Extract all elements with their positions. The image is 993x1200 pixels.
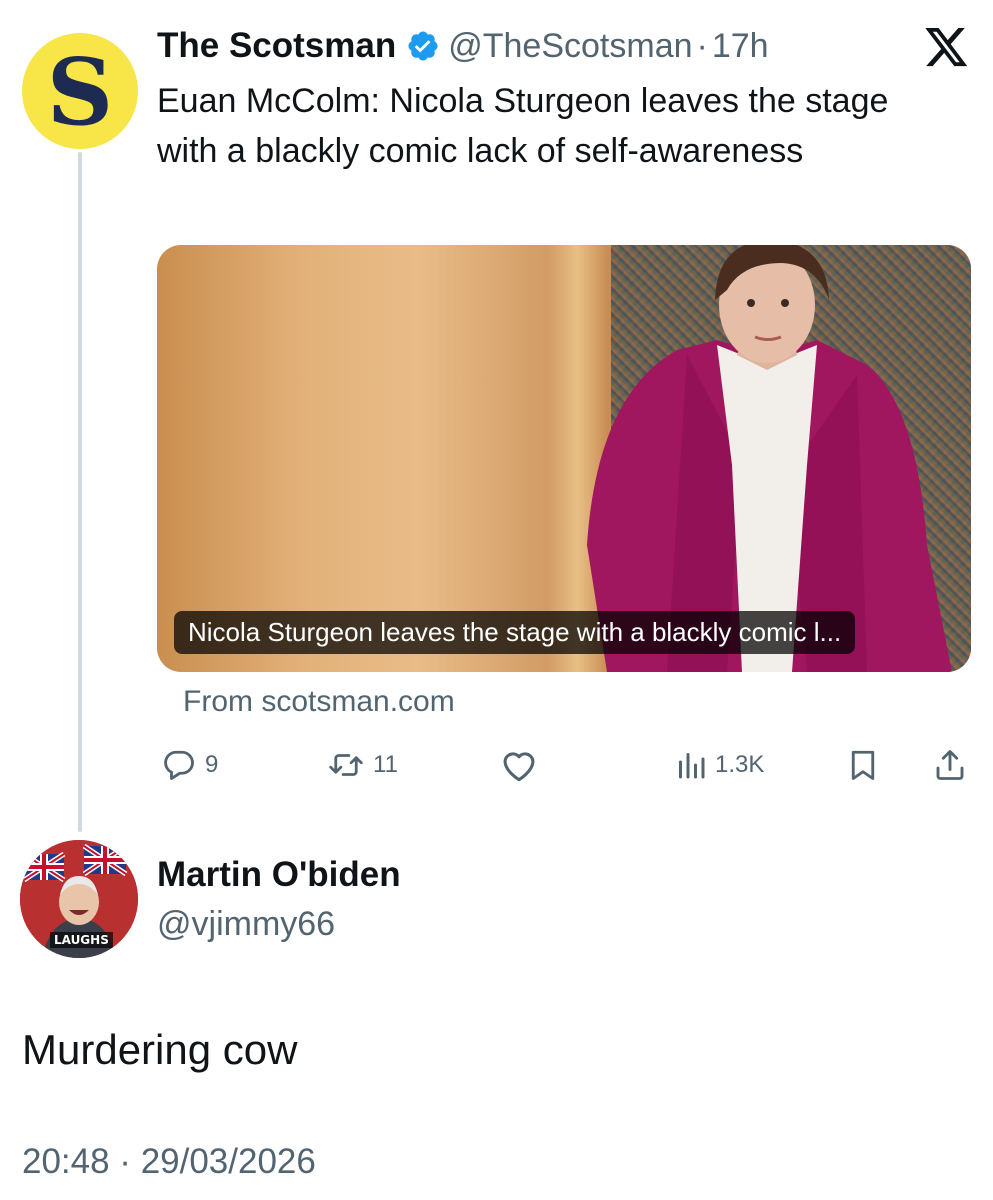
separator-dot: · [696,26,708,65]
views-button[interactable]: 1.3K [675,740,764,790]
reply-author-name[interactable]: Martin O'biden [157,855,401,895]
avatar-letter: S [46,38,114,146]
tweet-screenshot: S The Scotsman @TheScotsman · 17h Euan M… [0,0,993,1200]
repost-count: 11 [373,751,398,778]
share-icon [933,747,967,783]
thread-connector-line [78,152,82,832]
avatar-badge: LAUGHS [50,932,113,948]
heart-icon [499,747,539,783]
repost-button[interactable]: 11 [327,740,398,790]
x-logo-icon[interactable] [924,28,970,68]
reply-count: 9 [205,751,219,778]
views-icon [675,747,707,783]
scotsman-avatar[interactable]: S [22,33,138,149]
bookmark-icon [847,747,879,783]
quoted-post-header: The Scotsman @TheScotsman · 17h [157,24,769,68]
share-button[interactable] [933,740,967,790]
verified-badge-icon [406,29,440,63]
link-card-source[interactable]: From scotsman.com [183,685,455,719]
post-time[interactable]: 17h [712,27,769,66]
author-display-name[interactable]: The Scotsman [157,26,396,66]
reply-icon [161,747,197,783]
reply-author-handle[interactable]: @vjimmy66 [157,905,335,944]
reply-timestamp[interactable]: 20:48 · 29/03/2026 [22,1142,316,1182]
action-bar: 9 11 1.3K [157,740,971,790]
like-button[interactable] [499,740,539,790]
author-handle[interactable]: @TheScotsman [448,27,692,66]
quoted-post-text: Euan McColm: Nicola Sturgeon leaves the … [157,82,889,170]
bookmark-button[interactable] [847,740,879,790]
reply-author-avatar[interactable]: LAUGHS [20,840,138,958]
link-card-image[interactable] [157,245,971,672]
reply-button[interactable]: 9 [161,740,218,790]
person-photo [587,245,952,672]
views-count: 1.3K [715,751,765,778]
link-card-title[interactable]: Nicola Sturgeon leaves the stage with a … [174,611,856,654]
repost-icon [327,747,365,783]
reply-text: Murdering cow [22,1026,298,1073]
